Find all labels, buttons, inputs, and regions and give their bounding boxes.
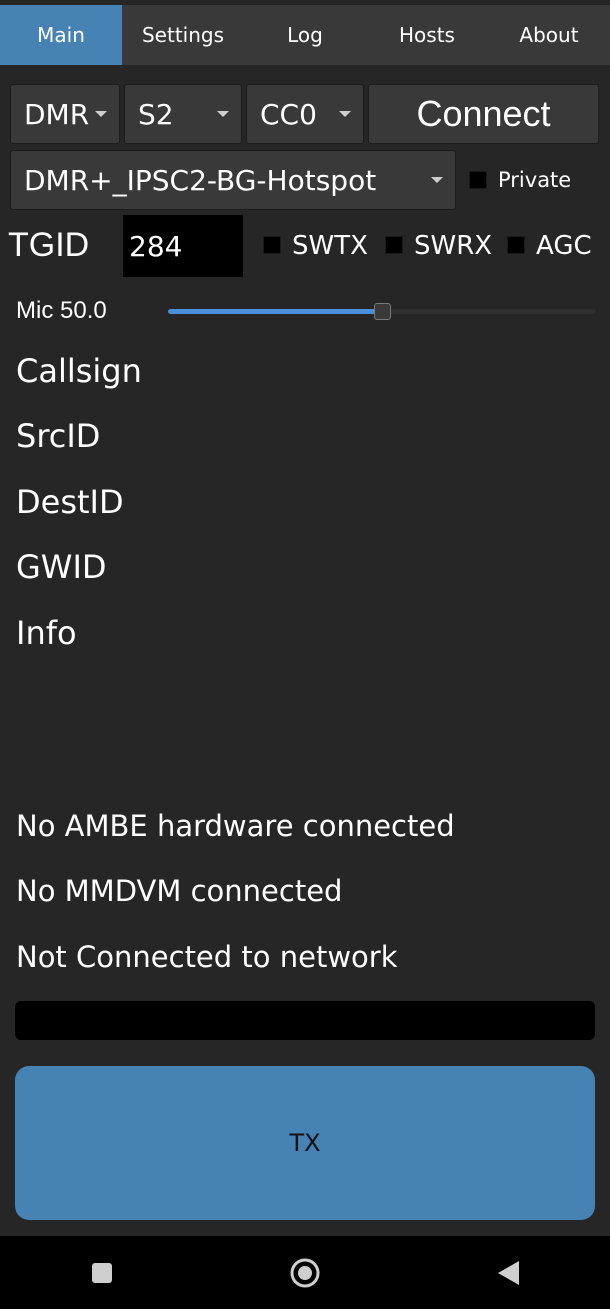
tgid-label: TGID — [8, 226, 90, 264]
square-icon — [91, 1262, 112, 1283]
chevron-down-icon — [431, 177, 443, 183]
chevron-down-icon — [217, 111, 229, 117]
agc-label: AGC — [536, 231, 592, 261]
mode-select-value: DMR — [24, 97, 90, 131]
slot-select-value: S2 — [138, 97, 174, 131]
info-label: Info — [16, 614, 77, 652]
tab-hosts[interactable]: Hosts — [366, 5, 488, 65]
mic-slider-handle[interactable] — [374, 303, 391, 320]
mic-label: Mic 50.0 — [16, 297, 107, 324]
mode-select[interactable]: DMR — [10, 84, 120, 144]
tab-settings[interactable]: Settings — [122, 5, 244, 65]
color-code-select[interactable]: CC0 — [246, 84, 364, 144]
recents-button[interactable] — [62, 1243, 142, 1303]
tab-log[interactable]: Log — [244, 5, 366, 65]
private-checkbox[interactable] — [469, 171, 487, 189]
destid-label: DestID — [16, 483, 124, 521]
callsign-label: Callsign — [16, 352, 142, 390]
swrx-label: SWRX — [414, 231, 493, 261]
tx-button[interactable]: TX — [15, 1066, 595, 1220]
slot-select[interactable]: S2 — [124, 84, 242, 144]
host-select[interactable]: DMR+_IPSC2-BG-Hotspot — [10, 150, 456, 210]
tab-main[interactable]: Main — [0, 5, 122, 65]
home-button[interactable] — [265, 1243, 345, 1303]
back-button[interactable] — [468, 1243, 548, 1303]
level-meter — [15, 1001, 595, 1040]
system-navbar — [0, 1236, 610, 1309]
circle-icon — [290, 1258, 320, 1287]
color-code-select-value: CC0 — [260, 97, 317, 131]
swtx-checkbox[interactable] — [263, 236, 281, 254]
tgid-input[interactable]: 284 — [123, 215, 243, 277]
mic-slider-fill — [168, 309, 382, 314]
chevron-down-icon — [95, 111, 107, 117]
mic-slider[interactable] — [168, 303, 596, 320]
triangle-icon — [498, 1260, 520, 1285]
connect-button[interactable]: Connect — [368, 84, 599, 144]
chevron-down-icon — [339, 111, 351, 117]
network-status: Not Connected to network — [16, 940, 398, 974]
tab-bar: Main Settings Log Hosts About — [0, 5, 610, 65]
tab-about[interactable]: About — [488, 5, 610, 65]
host-select-value: DMR+_IPSC2-BG-Hotspot — [24, 163, 377, 197]
gwid-label: GWID — [16, 548, 107, 586]
private-label: Private — [498, 168, 572, 192]
swrx-checkbox[interactable] — [385, 236, 403, 254]
srcid-label: SrcID — [16, 417, 101, 455]
agc-checkbox[interactable] — [507, 236, 525, 254]
ambe-status: No AMBE hardware connected — [16, 809, 455, 843]
mmdvm-status: No MMDVM connected — [16, 874, 343, 908]
swtx-label: SWTX — [292, 231, 368, 261]
